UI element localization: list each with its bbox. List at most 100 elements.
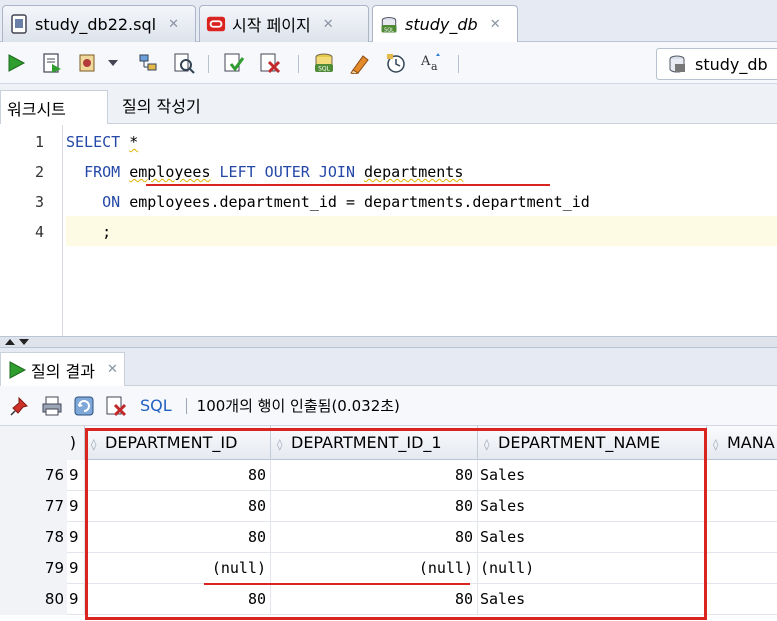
column-header-manager[interactable]: ◊ MANA	[707, 426, 777, 460]
code-token: ;	[66, 223, 112, 241]
cell-department-id-1[interactable]: 80	[271, 491, 478, 522]
row-number[interactable]: 79	[0, 553, 67, 584]
cell-department-id[interactable]: 80	[85, 584, 271, 615]
cell-department-name[interactable]: Sales	[478, 491, 707, 522]
grid-header: ) ◊ DEPARTMENT_ID ◊ DEPARTMENT_ID_1 ◊ DEPAR…	[0, 426, 777, 460]
sort-icon: ◊	[484, 438, 490, 451]
cell-manager[interactable]	[707, 460, 777, 491]
close-icon[interactable]: ✕	[107, 362, 118, 377]
cell-department-name[interactable]: Sales	[478, 522, 707, 553]
refresh-icon[interactable]	[72, 394, 96, 418]
results-grid[interactable]: ) ◊ DEPARTMENT_ID ◊ DEPARTMENT_ID_1 ◊ DEPAR…	[0, 426, 777, 621]
panel-splitter[interactable]	[0, 336, 777, 348]
code-line[interactable]: ON employees.department_id = departments…	[66, 187, 590, 217]
cell-department-id[interactable]: 80	[85, 460, 271, 491]
close-icon[interactable]: ✕	[168, 17, 179, 32]
cell-department-id-1[interactable]: 80	[271, 584, 478, 615]
fetch-status: 100개의 행이 인출됨(0.032초)	[196, 397, 400, 415]
line-number: 4	[34, 223, 44, 241]
cell-partial[interactable]: 9	[67, 460, 85, 491]
dropdown-arrow-icon[interactable]	[106, 51, 120, 75]
table-row[interactable]: 77 9 80 80 Sales	[0, 491, 777, 522]
tab-query-result[interactable]: 질의 결과 ✕	[0, 352, 125, 386]
tab-label: study_db22.sql	[35, 14, 157, 34]
cell-partial[interactable]: 9	[67, 522, 85, 553]
explain-plan-icon[interactable]	[136, 51, 160, 75]
cancel-icon[interactable]	[104, 394, 128, 418]
column-header-department-id[interactable]: ◊ DEPARTMENT_ID	[85, 426, 271, 460]
unshared-sql-icon[interactable]: SQL	[312, 51, 336, 75]
cell-department-id-1[interactable]: 80	[271, 522, 478, 553]
cell-manager[interactable]	[707, 522, 777, 553]
code-line[interactable]: ;	[66, 217, 111, 247]
editor-tab-bar: study_db22.sql ✕ 시작 페이지 ✕ SQL study_db ✕	[0, 0, 777, 43]
line-number: 3	[34, 193, 44, 211]
table-row[interactable]: 76 9 80 80 Sales	[0, 460, 777, 491]
row-number[interactable]: 78	[0, 522, 67, 553]
tab-worksheet[interactable]: 워크시트	[0, 90, 108, 124]
connection-label: study_db	[695, 54, 768, 74]
pin-icon[interactable]	[8, 394, 32, 418]
line-number: 1	[34, 133, 44, 151]
run-statement-icon[interactable]	[4, 51, 28, 75]
autotrace-icon[interactable]	[76, 51, 100, 75]
sort-icon: ◊	[713, 438, 719, 451]
rollback-icon[interactable]	[258, 51, 282, 75]
cell-partial[interactable]: 9	[67, 584, 85, 615]
table-row[interactable]: 80 9 80 80 Sales	[0, 584, 777, 615]
tab-query-builder[interactable]: 질의 작성기	[114, 92, 209, 118]
clear-icon[interactable]	[348, 51, 372, 75]
cell-manager[interactable]	[707, 584, 777, 615]
tab-label: study_db	[405, 15, 478, 34]
cell-department-id-1[interactable]: 80	[271, 460, 478, 491]
cell-department-id-1[interactable]: (null)	[271, 553, 478, 584]
close-icon[interactable]: ✕	[323, 17, 334, 32]
cell-department-id[interactable]: (null)	[85, 553, 271, 584]
tab-label: 시작 페이지	[232, 16, 311, 35]
row-number[interactable]: 76	[0, 460, 67, 491]
format-case-icon[interactable]: Aa	[420, 51, 444, 75]
sql-history-icon[interactable]	[384, 51, 408, 75]
code-line[interactable]: SELECT *	[66, 127, 138, 157]
database-icon	[667, 54, 687, 74]
table-row[interactable]: 78 9 80 80 Sales	[0, 522, 777, 553]
sql-worksheet-icon: SQL	[379, 15, 399, 35]
worksheet-subtabs: 워크시트 질의 작성기	[0, 84, 777, 124]
cell-department-name[interactable]: (null)	[478, 553, 707, 584]
svg-text:SQL: SQL	[384, 27, 394, 33]
cell-department-name[interactable]: Sales	[478, 584, 707, 615]
commit-icon[interactable]	[222, 51, 246, 75]
cell-partial[interactable]: 9	[67, 491, 85, 522]
tab-study-db[interactable]: SQL study_db ✕	[372, 5, 518, 43]
sql-editor[interactable]: 1 SELECT * 2 FROM employees LEFT OUTER JOI…	[0, 125, 777, 336]
cell-department-id[interactable]: 80	[85, 522, 271, 553]
table-row[interactable]: 79 9 (null) (null) (null)	[0, 553, 777, 584]
sort-icon: ◊	[277, 438, 283, 451]
sql-button[interactable]: SQL	[140, 396, 172, 415]
code-line[interactable]: FROM employees LEFT OUTER JOIN departmen…	[66, 157, 463, 187]
column-header-department-id-1[interactable]: ◊ DEPARTMENT_ID_1	[271, 426, 478, 460]
tab-start-page[interactable]: 시작 페이지 ✕	[199, 5, 369, 42]
connection-selector[interactable]: study_db	[656, 48, 777, 80]
cell-manager[interactable]	[707, 553, 777, 584]
cell-department-id[interactable]: 80	[85, 491, 271, 522]
cell-manager[interactable]	[707, 491, 777, 522]
cell-department-name[interactable]: Sales	[478, 460, 707, 491]
result-tab-label: 질의 결과	[31, 361, 95, 381]
sql-tuning-icon[interactable]	[172, 51, 196, 75]
run-script-icon[interactable]	[40, 51, 64, 75]
column-header-partial[interactable]: )	[0, 426, 85, 460]
tab-study-db22-sql[interactable]: study_db22.sql ✕	[2, 5, 196, 42]
print-icon[interactable]	[40, 394, 64, 418]
cell-partial[interactable]: 9	[67, 553, 85, 584]
close-icon[interactable]: ✕	[490, 17, 501, 32]
column-header-department-name[interactable]: ◊ DEPARTMENT_NAME	[478, 426, 707, 460]
row-number[interactable]: 80	[0, 584, 67, 615]
row-number[interactable]: 77	[0, 491, 67, 522]
sort-icon: ◊	[91, 438, 97, 451]
